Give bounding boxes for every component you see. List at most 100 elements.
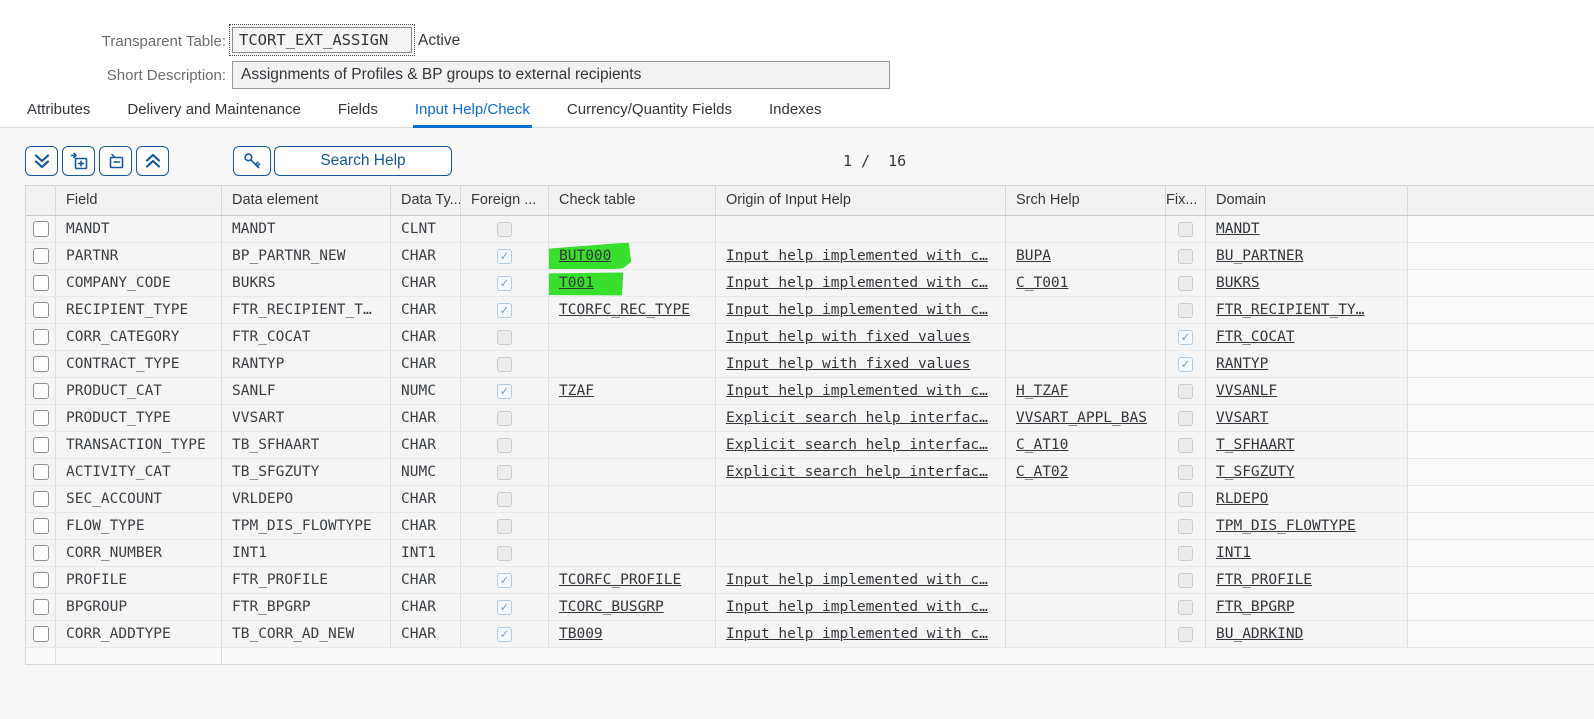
check-table-link[interactable]: TZAF (559, 383, 594, 399)
insert-row-button[interactable] (62, 146, 95, 176)
domain-link[interactable]: FTR_RECIPIENT_TY… (1216, 302, 1364, 318)
search-help-button[interactable]: Search Help (274, 146, 452, 176)
row-select-checkbox[interactable] (33, 518, 49, 534)
foreign-key-checkbox[interactable]: ✓ (497, 573, 512, 588)
tab-attributes[interactable]: Attributes (25, 95, 92, 128)
row-select-checkbox[interactable] (33, 626, 49, 642)
foreign-key-checkbox[interactable] (497, 519, 512, 534)
fixed-values-checkbox[interactable] (1178, 627, 1193, 642)
column-header-data-element[interactable]: Data element (222, 186, 391, 215)
foreign-key-checkbox[interactable]: ✓ (497, 249, 512, 264)
search-help-link[interactable]: H_TZAF (1016, 383, 1068, 399)
fixed-values-checkbox[interactable] (1178, 465, 1193, 480)
domain-link[interactable]: MANDT (1216, 221, 1260, 237)
row-select-checkbox[interactable] (33, 356, 49, 372)
domain-link[interactable]: INT1 (1216, 545, 1251, 561)
domain-link[interactable]: BU_ADRKIND (1216, 626, 1303, 642)
fixed-values-checkbox[interactable] (1178, 303, 1193, 318)
row-select-checkbox[interactable] (33, 572, 49, 588)
origin-of-input-help-link[interactable]: Explicit search help interfac… (726, 410, 988, 426)
foreign-key-checkbox[interactable] (497, 546, 512, 561)
origin-of-input-help-link[interactable]: Input help implemented with c… (726, 572, 988, 588)
check-table-link[interactable]: TCORFC_REC_TYPE (559, 302, 690, 318)
column-header-check-table[interactable]: Check table (549, 186, 716, 215)
grid-append-row[interactable] (26, 648, 1594, 664)
table-name-input[interactable] (232, 27, 412, 53)
row-select-checkbox[interactable] (33, 383, 49, 399)
origin-of-input-help-link[interactable]: Explicit search help interfac… (726, 437, 988, 453)
foreign-key-checkbox[interactable]: ✓ (497, 627, 512, 642)
domain-link[interactable]: FTR_PROFILE (1216, 572, 1312, 588)
column-header-domain[interactable]: Domain (1206, 186, 1408, 215)
check-table-link[interactable]: T001 (559, 275, 594, 291)
check-table-link[interactable]: BUT000 (559, 248, 611, 264)
foreign-key-checkbox[interactable] (497, 222, 512, 237)
column-header-data-ty[interactable]: Data Ty... (391, 186, 461, 215)
origin-of-input-help-link[interactable]: Input help implemented with c… (726, 626, 988, 642)
row-select-checkbox[interactable] (33, 464, 49, 480)
domain-link[interactable]: VVSANLF (1216, 383, 1277, 399)
foreign-key-checkbox[interactable]: ✓ (497, 600, 512, 615)
row-select-checkbox[interactable] (33, 275, 49, 291)
foreign-key-checkbox[interactable] (497, 492, 512, 507)
search-help-link[interactable]: C_AT10 (1016, 437, 1068, 453)
domain-link[interactable]: FTR_COCAT (1216, 329, 1295, 345)
row-select-checkbox[interactable] (33, 437, 49, 453)
row-select-checkbox[interactable] (33, 329, 49, 345)
column-header-foreign[interactable]: Foreign ... (461, 186, 549, 215)
search-help-link[interactable]: C_T001 (1016, 275, 1068, 291)
search-help-link[interactable]: BUPA (1016, 248, 1051, 264)
domain-link[interactable]: RANTYP (1216, 356, 1268, 372)
search-help-link[interactable]: VVSART_APPL_BAS (1016, 410, 1147, 426)
column-header-srch-help[interactable]: Srch Help (1006, 186, 1166, 215)
row-select-checkbox[interactable] (33, 302, 49, 318)
domain-link[interactable]: T_SFHAART (1216, 437, 1295, 453)
fixed-values-checkbox[interactable] (1178, 276, 1193, 291)
tab-currency-quantity-fields[interactable]: Currency/Quantity Fields (565, 95, 734, 128)
origin-of-input-help-link[interactable]: Input help with fixed values (726, 329, 970, 345)
scroll-to-bottom-button[interactable] (25, 146, 58, 176)
origin-of-input-help-link[interactable]: Input help with fixed values (726, 356, 970, 372)
row-select-checkbox[interactable] (33, 410, 49, 426)
domain-link[interactable]: BU_PARTNER (1216, 248, 1303, 264)
row-select-checkbox[interactable] (33, 221, 49, 237)
column-header-origin-of-input-help[interactable]: Origin of Input Help (716, 186, 1006, 215)
key-button[interactable] (233, 146, 271, 176)
origin-of-input-help-link[interactable]: Input help implemented with c… (726, 383, 988, 399)
domain-link[interactable]: VVSART (1216, 410, 1268, 426)
foreign-key-checkbox[interactable] (497, 330, 512, 345)
fixed-values-checkbox[interactable] (1178, 411, 1193, 426)
row-select-checkbox[interactable] (33, 248, 49, 264)
foreign-key-checkbox[interactable] (497, 411, 512, 426)
row-select-checkbox[interactable] (33, 599, 49, 615)
tab-delivery-and-maintenance[interactable]: Delivery and Maintenance (125, 95, 302, 128)
origin-of-input-help-link[interactable]: Explicit search help interfac… (726, 464, 988, 480)
tab-fields[interactable]: Fields (336, 95, 380, 128)
fixed-values-checkbox[interactable] (1178, 546, 1193, 561)
short-description-input[interactable] (232, 61, 890, 89)
fixed-values-checkbox[interactable]: ✓ (1178, 330, 1193, 345)
foreign-key-checkbox[interactable] (497, 465, 512, 480)
origin-of-input-help-link[interactable]: Input help implemented with c… (726, 248, 988, 264)
scroll-to-top-button[interactable] (136, 146, 169, 176)
domain-link[interactable]: TPM_DIS_FLOWTYPE (1216, 518, 1356, 534)
fixed-values-checkbox[interactable] (1178, 573, 1193, 588)
origin-of-input-help-link[interactable]: Input help implemented with c… (726, 275, 988, 291)
check-table-link[interactable]: TCORC_BUSGRP (559, 599, 664, 615)
delete-row-button[interactable] (99, 146, 132, 176)
column-header-fix[interactable]: Fix... (1166, 186, 1206, 215)
foreign-key-checkbox[interactable] (497, 438, 512, 453)
fixed-values-checkbox[interactable] (1178, 222, 1193, 237)
domain-link[interactable]: RLDEPO (1216, 491, 1268, 507)
fixed-values-checkbox[interactable] (1178, 249, 1193, 264)
foreign-key-checkbox[interactable] (497, 357, 512, 372)
origin-of-input-help-link[interactable]: Input help implemented with c… (726, 599, 988, 615)
foreign-key-checkbox[interactable]: ✓ (497, 384, 512, 399)
foreign-key-checkbox[interactable]: ✓ (497, 276, 512, 291)
fixed-values-checkbox[interactable] (1178, 438, 1193, 453)
origin-of-input-help-link[interactable]: Input help implemented with c… (726, 302, 988, 318)
check-table-link[interactable]: TCORFC_PROFILE (559, 572, 681, 588)
domain-link[interactable]: T_SFGZUTY (1216, 464, 1295, 480)
tab-indexes[interactable]: Indexes (767, 95, 824, 128)
check-table-link[interactable]: TB009 (559, 626, 603, 642)
